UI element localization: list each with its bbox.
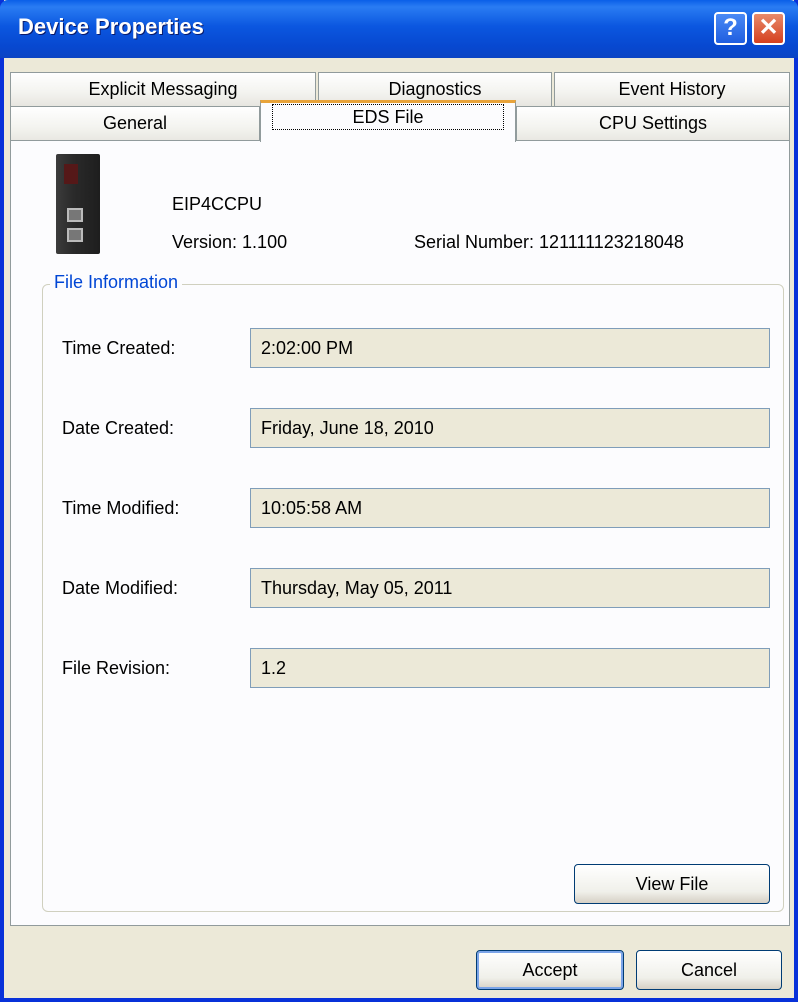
device-version: Version: 1.100 (172, 232, 288, 252)
time-modified-label: Time Modified: (62, 498, 180, 518)
tab-label: EDS File (272, 104, 504, 130)
date-modified-label: Date Modified: (62, 578, 179, 598)
tab-label: Explicit Messaging (88, 79, 238, 99)
time-modified-field: 10:05:58 AM (250, 488, 770, 528)
file-information-legend: File Information (50, 272, 183, 293)
module-display (64, 164, 78, 184)
tab-label: Diagnostics (388, 79, 482, 99)
accept-button[interactable]: Accept (476, 950, 624, 990)
device-serial-number: Serial Number: 121111123218048 (414, 232, 684, 252)
device-name: EIP4CCPU (172, 194, 263, 214)
tab-general[interactable]: General (10, 106, 260, 142)
tab-label: Event History (618, 79, 726, 99)
view-file-button[interactable]: View File (574, 864, 770, 904)
window-title: Device Properties (18, 14, 204, 39)
file-revision-field: 1.2 (250, 648, 770, 688)
tab-event-history[interactable]: Event History (554, 72, 790, 106)
time-created-field: 2:02:00 PM (250, 328, 770, 368)
ethernet-port-icon (67, 228, 83, 242)
tab-label: CPU Settings (598, 113, 708, 133)
date-created-field: Friday, June 18, 2010 (250, 408, 770, 448)
device-properties-window: Device Properties ? ✕ Explicit Messaging… (0, 0, 798, 1002)
time-created-label: Time Created: (62, 338, 176, 358)
help-icon[interactable]: ? (714, 12, 747, 45)
ethernet-port-icon (67, 208, 83, 222)
close-icon[interactable]: ✕ (752, 12, 785, 45)
date-created-label: Date Created: (62, 418, 175, 438)
file-revision-label: File Revision: (62, 658, 171, 678)
date-modified-field: Thursday, May 05, 2011 (250, 568, 770, 608)
cpu-module-icon (56, 154, 100, 254)
title-bar[interactable]: Device Properties ? ✕ (0, 0, 798, 58)
tab-label: General (102, 113, 168, 133)
tab-eds-file[interactable]: EDS File (260, 100, 516, 142)
tab-cpu-settings[interactable]: CPU Settings (516, 106, 790, 142)
cancel-button[interactable]: Cancel (636, 950, 782, 990)
